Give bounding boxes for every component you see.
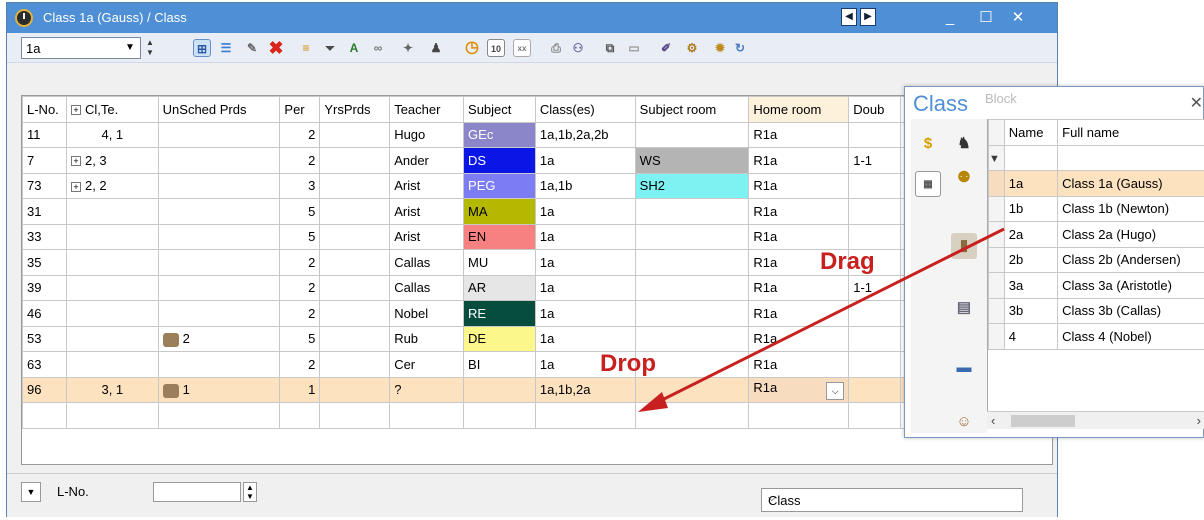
arrow-head — [638, 392, 668, 412]
drop-label: Drop — [600, 350, 656, 377]
drag-label: Drag — [820, 248, 875, 275]
drag-drop-arrow — [638, 227, 1005, 412]
